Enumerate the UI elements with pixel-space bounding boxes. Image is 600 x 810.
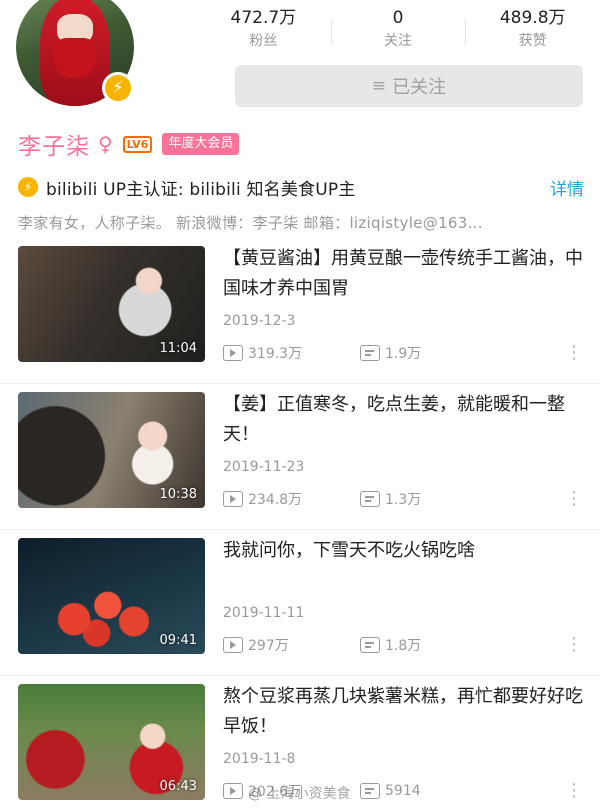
play-count-icon <box>223 783 243 799</box>
danmaku-icon <box>360 345 380 361</box>
list-item[interactable]: 09:41 我就问你，下雪天不吃火锅吃啥 2019-11-11 297万 1.8… <box>0 530 600 676</box>
video-meta: 319.3万 1.9万 ⋮ <box>223 342 585 364</box>
play-count: 319.3万 <box>248 346 303 362</box>
stat-following[interactable]: 0 关注 <box>330 6 466 54</box>
video-meta: 297万 1.8万 ⋮ <box>223 634 585 656</box>
certification-icon: ⚡ <box>18 177 38 197</box>
name-row: 李子柒 ♀ LV6 年度大会员 <box>18 128 240 160</box>
stat-fans[interactable]: 472.7万 粉丝 <box>196 6 331 54</box>
video-title[interactable]: 我就问你，下雪天不吃火锅吃啥 <box>223 536 583 566</box>
video-thumbnail[interactable]: 10:38 <box>18 392 205 508</box>
stat-likes-value: 489.8万 <box>499 8 566 28</box>
video-date: 2019-11-8 <box>223 751 296 767</box>
bio: 李家有女，人称子柒。 新浪微博：李子柒 邮箱：liziqistyle@163..… <box>18 214 483 232</box>
level-badge[interactable]: LV6 <box>122 135 153 153</box>
avatar[interactable]: ⚡ <box>16 0 134 108</box>
list-item[interactable]: 10:38 【姜】正值寒冬，吃点生姜，就能暖和一整天！ 2019-11-23 2… <box>0 384 600 530</box>
video-duration: 11:04 <box>159 341 197 356</box>
danmaku-count: 1.3万 <box>385 492 422 508</box>
play-count-icon <box>223 491 243 507</box>
play-count-icon <box>223 637 243 653</box>
video-date: 2019-11-23 <box>223 459 305 475</box>
danmaku-count: 1.8万 <box>385 638 422 654</box>
video-thumbnail[interactable]: 06:43 <box>18 684 205 800</box>
stat-likes-label: 获赞 <box>518 33 547 49</box>
stat-following-label: 关注 <box>384 33 412 49</box>
list-item[interactable]: 11:04 【黄豆酱油】用黄豆酿一壶传统手工酱油，中国味才养中国胃 2019-1… <box>0 238 600 384</box>
video-duration: 06:43 <box>159 779 197 794</box>
danmaku-count: 1.9万 <box>385 346 422 362</box>
danmaku-count: 5914 <box>385 783 421 799</box>
profile-stats: 472.7万 粉丝 0 关注 489.8万 获赞 <box>196 6 600 54</box>
danmaku-icon <box>360 491 380 507</box>
female-icon: ♀ <box>98 132 113 156</box>
certification-text: bilibili UP主认证: bilibili 知名美食UP主 <box>46 179 356 200</box>
play-count: 234.8万 <box>248 492 303 508</box>
followed-button-label: 已关注 <box>392 77 447 98</box>
more-options-icon[interactable]: ⋮ <box>565 490 583 508</box>
video-duration: 09:41 <box>159 633 197 648</box>
more-options-icon[interactable]: ⋮ <box>565 344 583 362</box>
video-thumbnail[interactable]: 11:04 <box>18 246 205 362</box>
video-date: 2019-11-11 <box>223 605 305 621</box>
detail-link[interactable]: 详情 <box>550 175 584 200</box>
play-count: 297万 <box>248 638 289 654</box>
vip-badge[interactable]: 年度大会员 <box>162 133 240 155</box>
stat-fans-value: 472.7万 <box>230 8 297 28</box>
video-date: 2019-12-3 <box>223 313 296 329</box>
watermark: @ 上海小资美食 <box>248 786 351 802</box>
stat-following-value: 0 <box>392 8 404 28</box>
play-count-icon <box>223 345 243 361</box>
certification-row: ⚡ bilibili UP主认证: bilibili 知名美食UP主 详情 <box>18 174 584 200</box>
video-title[interactable]: 熬个豆浆再蒸几块紫薯米糕，再忙都要好好吃早饭！ <box>223 682 583 742</box>
video-thumbnail[interactable]: 09:41 <box>18 538 205 654</box>
danmaku-icon <box>360 783 380 799</box>
more-options-icon[interactable]: ⋮ <box>565 636 583 654</box>
video-title[interactable]: 【姜】正值寒冬，吃点生姜，就能暖和一整天！ <box>223 390 583 450</box>
username: 李子柒 <box>18 134 90 160</box>
more-options-icon[interactable]: ⋮ <box>565 782 583 800</box>
followed-button[interactable]: ≡ 已关注 <box>235 65 583 107</box>
stat-likes[interactable]: 489.8万 获赞 <box>465 6 600 54</box>
video-title[interactable]: 【黄豆酱油】用黄豆酿一壶传统手工酱油，中国味才养中国胃 <box>223 244 583 304</box>
video-list: 11:04 【黄豆酱油】用黄豆酿一壶传统手工酱油，中国味才养中国胃 2019-1… <box>0 238 600 810</box>
verified-lightning-icon: ⚡ <box>102 72 134 104</box>
stat-fans-label: 粉丝 <box>249 33 278 49</box>
danmaku-icon <box>360 637 380 653</box>
video-duration: 10:38 <box>159 487 197 502</box>
menu-icon: ≡ <box>371 76 387 96</box>
video-meta: 234.8万 1.3万 ⋮ <box>223 488 585 510</box>
